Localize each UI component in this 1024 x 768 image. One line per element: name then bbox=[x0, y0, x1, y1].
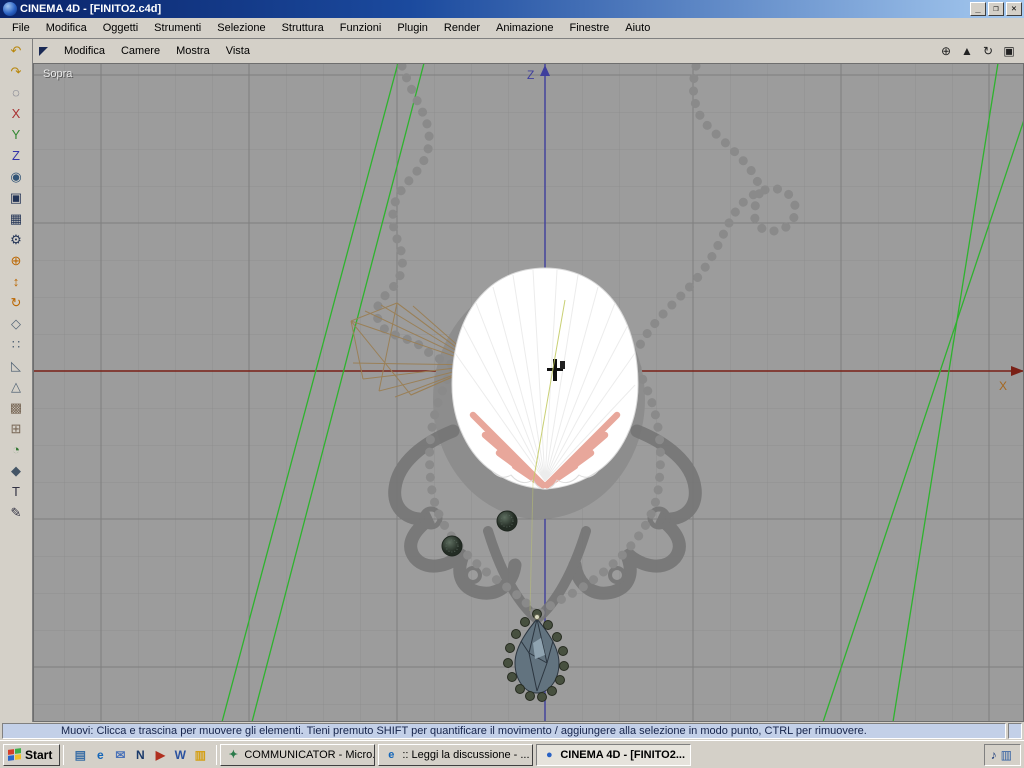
viewport-view-label[interactable]: Sopra bbox=[43, 68, 72, 80]
toggle-layout-icon[interactable]: ▣ bbox=[1000, 43, 1018, 59]
status-bar: Muovi: Clicca e trascina per muovere gli… bbox=[0, 722, 1024, 740]
menu-item[interactable]: Animazione bbox=[488, 20, 561, 37]
lock-z-axis-icon[interactable]: Z bbox=[6, 146, 26, 165]
system-tray: ♪ ▥ bbox=[983, 743, 1021, 766]
menu-item[interactable]: Oggetti bbox=[95, 20, 146, 37]
render-picture-viewer-icon[interactable]: ▦ bbox=[6, 209, 26, 228]
task-browser[interactable]: e :: Leggi la discussione - ... bbox=[378, 743, 534, 766]
menu-item[interactable]: Modifica bbox=[38, 20, 95, 37]
redo-icon[interactable]: ↷ bbox=[6, 62, 26, 81]
texture-mode-icon[interactable]: ▩ bbox=[6, 398, 26, 417]
model-mode-icon[interactable]: ◆ bbox=[6, 461, 26, 480]
render-settings-icon[interactable]: ⚙ bbox=[6, 230, 26, 249]
display-tray-icon[interactable]: ▥ bbox=[1001, 748, 1012, 762]
outlook-icon[interactable]: ✉ bbox=[111, 746, 129, 764]
live-selection-icon[interactable]: ◌ bbox=[6, 83, 26, 102]
pan-view-icon[interactable]: ⊕ bbox=[937, 43, 955, 59]
taskbar: Start ▤ e ✉ N ▶ W ▥ ✦ COMMUNICATOR - Micro... … bbox=[0, 740, 1024, 768]
coordinate-system-icon[interactable]: ◉ bbox=[6, 167, 26, 186]
menu-item[interactable]: Aiuto bbox=[617, 20, 658, 37]
text-tool-icon[interactable]: T bbox=[6, 482, 26, 501]
object-mode-icon[interactable]: ◇ bbox=[6, 314, 26, 333]
task-cinema4d[interactable]: ● CINEMA 4D - [FINITO2... bbox=[536, 743, 692, 766]
animation-mode-icon[interactable]: ◔ bbox=[6, 440, 26, 459]
menu-item[interactable]: Plugin bbox=[389, 20, 436, 37]
rotate-tool-icon[interactable]: ↻ bbox=[6, 293, 26, 312]
viewport-menu-item[interactable]: Camere bbox=[113, 43, 168, 60]
menu-item[interactable]: Struttura bbox=[274, 20, 332, 37]
status-mini-panel bbox=[1008, 723, 1022, 739]
viewport-menu-item[interactable]: Mostra bbox=[168, 43, 218, 60]
title-bar[interactable]: CINEMA 4D - [FINITO2.c4d] _ ❐ ✕ bbox=[0, 0, 1024, 18]
lock-x-axis-icon[interactable]: X bbox=[6, 104, 26, 123]
volume-tray-icon[interactable]: ♪ bbox=[991, 748, 997, 762]
menu-item[interactable]: Finestre bbox=[561, 20, 617, 37]
task-communicator[interactable]: ✦ COMMUNICATOR - Micro... bbox=[220, 743, 376, 766]
undo-icon[interactable]: ↶ bbox=[6, 41, 26, 60]
status-message: Muovi: Clicca e trascina per muovere gli… bbox=[2, 723, 1006, 739]
viewport-menu-item[interactable]: Modifica bbox=[56, 43, 113, 60]
quick-launch: ▤ e ✉ N ▶ W ▥ bbox=[67, 746, 213, 764]
window-title: CINEMA 4D - [FINITO2.c4d] bbox=[20, 3, 162, 15]
edges-mode-icon[interactable]: ◺ bbox=[6, 356, 26, 375]
menu-item[interactable]: File bbox=[4, 20, 38, 37]
taskbar-divider bbox=[216, 744, 218, 765]
render-view-icon[interactable]: ▣ bbox=[6, 188, 26, 207]
lock-y-axis-icon[interactable]: Y bbox=[6, 125, 26, 144]
left-tool-palette: ↶ ↷ ◌ X Y Z ◉ ▣ ▦ ⚙ ⊕ ↕ ↻ ◇ ∷ ◺ △ ▩ ⊞ ◔ … bbox=[0, 39, 33, 722]
viewport[interactable]: Z X Sopra bbox=[33, 63, 1024, 722]
restore-button[interactable]: ❐ bbox=[988, 2, 1004, 16]
menu-bar: File Modifica Oggetti Strumenti Selezione Str… bbox=[0, 18, 1024, 39]
viewport-canvas[interactable]: Z X bbox=[33, 63, 1024, 722]
close-button[interactable]: ✕ bbox=[1006, 2, 1022, 16]
viewport-toolbar: Modifica Camere Mostra Vista ⊕ ▲ ↻ ▣ bbox=[33, 39, 1024, 63]
internet-explorer-icon[interactable]: e bbox=[91, 746, 109, 764]
rotate-view-icon[interactable]: ↻ bbox=[979, 43, 997, 59]
scale-tool-icon[interactable]: ↕ bbox=[6, 272, 26, 291]
pen-tool-icon[interactable]: ✎ bbox=[6, 503, 26, 522]
polygons-mode-icon[interactable]: △ bbox=[6, 377, 26, 396]
app-icon bbox=[3, 2, 17, 16]
menu-item[interactable]: Strumenti bbox=[146, 20, 209, 37]
menu-item[interactable]: Funzioni bbox=[332, 20, 390, 37]
minimize-button[interactable]: _ bbox=[970, 2, 986, 16]
viewport-menu-icon[interactable] bbox=[39, 46, 48, 56]
application-window: CINEMA 4D - [FINITO2.c4d] _ ❐ ✕ File Modi… bbox=[0, 0, 1024, 768]
explorer-icon[interactable]: ▥ bbox=[191, 746, 209, 764]
start-button[interactable]: Start bbox=[3, 743, 61, 766]
windows-logo-icon bbox=[8, 748, 21, 761]
points-mode-icon[interactable]: ∷ bbox=[6, 335, 26, 354]
menu-item[interactable]: Render bbox=[436, 20, 488, 37]
viewport-menu-item[interactable]: Vista bbox=[218, 43, 258, 60]
taskbar-divider bbox=[63, 744, 65, 765]
show-desktop-icon[interactable]: ▤ bbox=[71, 746, 89, 764]
netscape-icon[interactable]: N bbox=[131, 746, 149, 764]
z-axis-label: Z bbox=[527, 68, 534, 82]
zoom-view-icon[interactable]: ▲ bbox=[958, 43, 976, 59]
media-player-icon[interactable]: ▶ bbox=[151, 746, 169, 764]
move-tool-icon[interactable]: ⊕ bbox=[6, 251, 26, 270]
menu-item[interactable]: Selezione bbox=[209, 20, 273, 37]
word-icon[interactable]: W bbox=[171, 746, 189, 764]
texture-axis-mode-icon[interactable]: ⊞ bbox=[6, 419, 26, 438]
x-axis-label: X bbox=[999, 379, 1007, 393]
